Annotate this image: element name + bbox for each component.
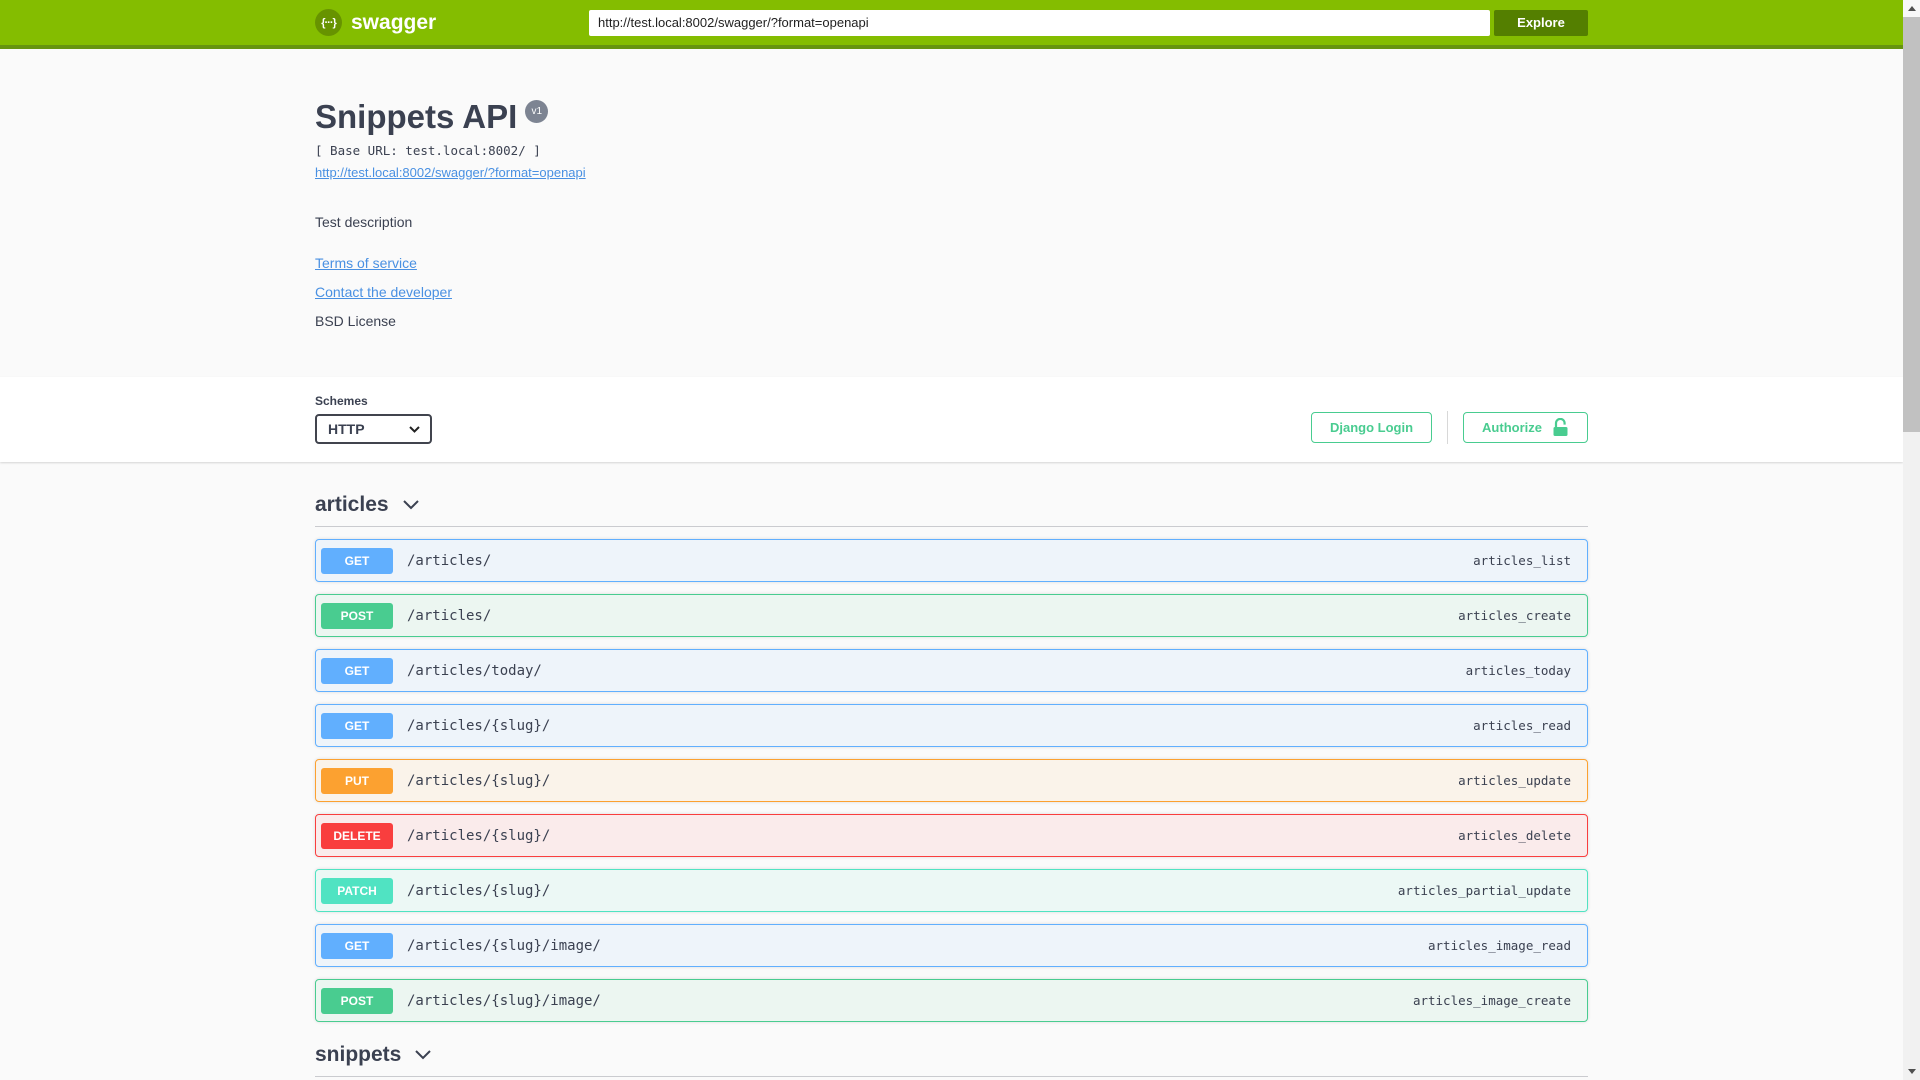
- operation-path: /articles/: [407, 552, 492, 569]
- operation-list: GET /articles/ articles_list POST /artic…: [315, 527, 1588, 1023]
- chevron-down-icon: [415, 1050, 432, 1060]
- swagger-logo[interactable]: {···} swagger: [315, 9, 436, 36]
- swagger-logo-icon: {···}: [315, 9, 342, 36]
- swagger-logo-text: swagger: [351, 10, 437, 34]
- authorize-button[interactable]: Authorize: [1463, 412, 1588, 444]
- page-viewport: {···} swagger Explore Snippets API v1 [ …: [0, 0, 1903, 1080]
- spec-url-input[interactable]: [589, 9, 1490, 36]
- operation-row[interactable]: GET /articles/ articles_list: [315, 539, 1588, 583]
- section-title: articles: [315, 493, 389, 517]
- chevron-down-icon: [409, 426, 420, 433]
- scroll-down-arrow-icon: [1907, 1069, 1916, 1074]
- operation-row[interactable]: POST /articles/{slug}/image/ articles_im…: [315, 979, 1588, 1023]
- method-badge: GET: [321, 547, 393, 574]
- operations-area: articles GET /articles/ articles_list PO…: [315, 462, 1588, 1080]
- terms-of-service-link[interactable]: Terms of service: [315, 255, 417, 271]
- method-badge: PATCH: [321, 877, 393, 904]
- vertical-scrollbar[interactable]: [1903, 0, 1920, 1080]
- section-header[interactable]: articles: [315, 484, 1588, 526]
- section-title: snippets: [315, 1043, 402, 1067]
- operation-path: /articles/today/: [407, 662, 542, 679]
- api-tag-section: snippets GET /snippets/ snippets_list: [315, 1034, 1588, 1080]
- method-badge: GET: [321, 657, 393, 684]
- operation-path: /articles/{slug}/image/: [407, 992, 601, 1009]
- section-header[interactable]: snippets: [315, 1034, 1588, 1076]
- topbar: {···} swagger Explore: [0, 0, 1903, 49]
- operation-row[interactable]: PUT /articles/{slug}/ articles_update: [315, 759, 1588, 803]
- license-text: BSD License: [315, 313, 396, 330]
- contact-developer-link[interactable]: Contact the developer: [315, 284, 452, 300]
- schemes-block: Schemes HTTP: [315, 394, 432, 445]
- api-tag-section: articles GET /articles/ articles_list PO…: [315, 484, 1588, 1023]
- operation-id: articles_partial_update: [1397, 883, 1571, 899]
- operation-id: articles_read: [1473, 718, 1571, 734]
- operation-row[interactable]: GET /articles/today/ articles_today: [315, 649, 1588, 693]
- operation-row[interactable]: GET /articles/{slug}/ articles_read: [315, 704, 1588, 748]
- operation-row[interactable]: DELETE /articles/{slug}/ articles_delete: [315, 814, 1588, 858]
- scroll-up-arrow-icon: [1907, 6, 1916, 11]
- method-badge: POST: [321, 602, 393, 629]
- unlock-icon: [1553, 418, 1568, 437]
- explore-button[interactable]: Explore: [1494, 9, 1588, 36]
- explore-form: Explore: [589, 9, 1588, 36]
- chevron-down-icon: [402, 500, 419, 510]
- method-badge: DELETE: [321, 822, 393, 849]
- operation-path: /articles/{slug}/: [407, 772, 551, 789]
- api-description: Test description: [315, 214, 413, 231]
- method-badge: GET: [321, 712, 393, 739]
- operation-id: articles_image_read: [1428, 938, 1571, 954]
- operation-id: articles_delete: [1458, 828, 1571, 844]
- method-badge: POST: [321, 987, 393, 1014]
- operation-path: /articles/{slug}/: [407, 882, 551, 899]
- django-login-label: Django Login: [1330, 420, 1414, 436]
- authorize-label: Authorize: [1482, 420, 1542, 436]
- api-title: Snippets API v1: [315, 98, 1588, 135]
- scroll-up-button[interactable]: [1903, 0, 1920, 17]
- operation-path: /articles/{slug}/image/: [407, 937, 601, 954]
- spec-link[interactable]: http://test.local:8002/swagger/?format=o…: [315, 165, 586, 180]
- operation-path: /articles/{slug}/: [407, 827, 551, 844]
- auth-divider: [1447, 411, 1449, 445]
- api-title-text: Snippets API: [315, 98, 518, 135]
- django-login-button[interactable]: Django Login: [1311, 412, 1433, 444]
- scrollbar-thumb[interactable]: [1903, 17, 1920, 432]
- operation-id: articles_list: [1473, 553, 1571, 569]
- operation-id: articles_update: [1458, 773, 1571, 789]
- base-url-text: [ Base URL: test.local:8002/ ]: [315, 143, 541, 159]
- method-badge: GET: [321, 932, 393, 959]
- auth-wrapper: Django Login Authorize: [1311, 411, 1588, 445]
- operation-row[interactable]: PATCH /articles/{slug}/ articles_partial…: [315, 869, 1588, 913]
- api-version-badge: v1: [525, 100, 549, 123]
- operation-id: articles_today: [1465, 663, 1571, 679]
- method-badge: PUT: [321, 767, 393, 794]
- scheme-selected-value: HTTP: [328, 421, 365, 438]
- operation-id: articles_create: [1458, 608, 1571, 624]
- operation-row[interactable]: GET /articles/{slug}/image/ articles_ima…: [315, 924, 1588, 968]
- scheme-container: Schemes HTTP Django Login Authorize: [0, 377, 1903, 463]
- operation-id: articles_image_create: [1412, 993, 1571, 1009]
- schemes-label: Schemes: [315, 394, 368, 409]
- scroll-down-button[interactable]: [1903, 1063, 1920, 1080]
- scheme-select[interactable]: HTTP: [315, 414, 432, 445]
- operation-path: /articles/: [407, 607, 492, 624]
- operation-path: /articles/{slug}/: [407, 717, 551, 734]
- info-section: Snippets API v1 [ Base URL: test.local:8…: [0, 49, 1903, 377]
- operation-row[interactable]: POST /articles/ articles_create: [315, 594, 1588, 638]
